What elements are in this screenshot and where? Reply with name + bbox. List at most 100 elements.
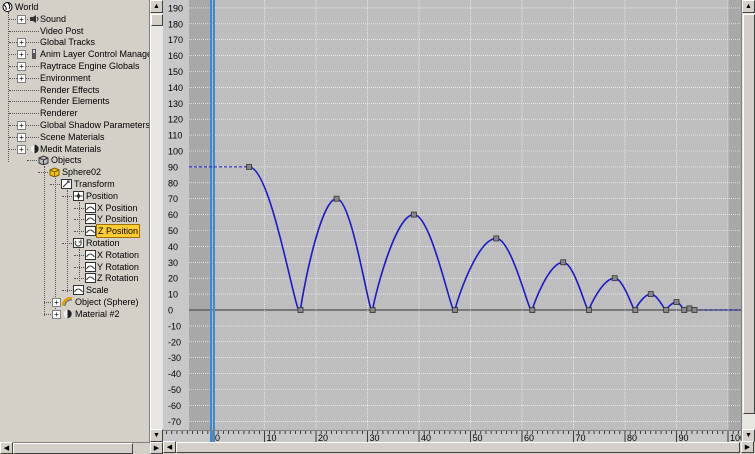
tree-item-world[interactable]: World [0, 1, 149, 13]
expand-plus-icon[interactable]: + [17, 62, 26, 71]
scroll-left-arrow-icon[interactable]: ◀ [0, 442, 13, 454]
keyframe-marker[interactable] [246, 163, 252, 170]
graph-scroll-up-arrow-icon[interactable]: ▲ [742, 0, 755, 13]
tree-connector-line [74, 231, 84, 232]
hierarchy-horizontal-scrollbar[interactable]: ◀ ▶ [0, 442, 163, 454]
y-tick-label: 70 [168, 194, 178, 204]
tree-item-raytrace-engine-globals[interactable]: + Raytrace Engine Globals [0, 60, 149, 72]
keyframe-marker[interactable] [632, 307, 639, 313]
cube-icon [38, 155, 49, 166]
expand-plus-icon[interactable]: + [52, 298, 61, 307]
keyframe-marker[interactable] [560, 259, 567, 266]
tree-item-label: Sphere02 [62, 167, 102, 177]
tree-item-material-2[interactable]: + Material #2 [0, 308, 149, 320]
keyframe-marker[interactable] [297, 307, 304, 313]
tree-item-label: Scale [86, 285, 109, 295]
curve-graph-svg[interactable]: 1901801701601501401301201101009080706050… [163, 0, 741, 430]
time-ruler[interactable]: 0102030405060708090100 [163, 430, 741, 443]
expand-plus-icon[interactable]: + [17, 121, 26, 130]
tree-item-label: Z Position [95, 224, 141, 238]
tree-item-label: Objects [51, 155, 82, 165]
keyframe-marker[interactable] [673, 299, 680, 305]
keyframe-marker[interactable] [452, 307, 458, 313]
graph-hscroll-thumb[interactable] [176, 442, 740, 453]
keyframe-marker[interactable] [333, 195, 340, 202]
graph-horizontal-scrollbar[interactable]: ◀ ▶ [163, 441, 755, 454]
track-view-hierarchy[interactable]: World + Sound Video Post + Global Tracks + Anim… [0, 0, 150, 442]
y-tick-label: 190 [168, 3, 183, 13]
y-tick-label: -60 [168, 401, 181, 411]
tree-item-global-tracks[interactable]: + Global Tracks [0, 36, 149, 48]
expand-plus-icon[interactable]: + [17, 38, 26, 47]
tree-connector-line [27, 160, 37, 161]
tree-item-scene-materials[interactable]: + Scene Materials [0, 131, 149, 143]
curve-icon [85, 214, 96, 224]
keyframe-marker[interactable] [686, 305, 693, 312]
tree-item-y-position[interactable]: Y Position [0, 213, 149, 225]
keyframe-marker[interactable] [369, 307, 376, 313]
tree-item-label: World [15, 2, 39, 12]
y-tick-label: 150 [168, 67, 183, 77]
tree-item-label: Scene Materials [40, 132, 105, 142]
expand-plus-icon[interactable]: + [52, 310, 61, 319]
y-tick-label: 80 [168, 178, 178, 188]
y-tick-label: 50 [168, 226, 178, 236]
hierarchy-scroll-thumb[interactable] [151, 14, 163, 26]
tree-item-z-rotation[interactable]: Z Rotation [0, 272, 149, 284]
tree-item-sphere02[interactable]: Sphere02 [0, 166, 149, 178]
keyframe-marker[interactable] [493, 235, 500, 242]
y-tick-label: 0 [168, 306, 173, 316]
tree-connector-line [9, 113, 39, 114]
tree-connector-line [50, 184, 60, 185]
keyframe-marker[interactable] [681, 307, 688, 313]
tree-item-renderer[interactable]: Renderer [0, 107, 149, 119]
scroll-down-arrow-icon[interactable]: ▼ [150, 429, 163, 442]
sphere-object-icon [61, 296, 73, 307]
keyframe-marker[interactable] [410, 211, 417, 218]
tree-item-object-sphere[interactable]: + Object (Sphere) [0, 296, 149, 308]
tree-item-label: Position [86, 191, 119, 201]
tree-item-global-shadow-parameters[interactable]: + Global Shadow Parameters [0, 119, 149, 131]
keyframe-marker[interactable] [691, 307, 698, 313]
keyframe-marker[interactable] [663, 307, 670, 313]
tree-item-environment[interactable]: + Environment [0, 72, 149, 84]
tree-connector-line [74, 278, 84, 279]
keyframe-marker[interactable] [647, 291, 654, 298]
keyframe-marker[interactable] [611, 275, 618, 282]
tree-item-z-position[interactable]: Z Position [0, 224, 149, 238]
graph-scroll-right-arrow-icon[interactable]: ▶ [741, 441, 754, 453]
expand-plus-icon[interactable]: + [17, 133, 26, 142]
graph-scroll-left-arrow-icon[interactable]: ◀ [163, 441, 176, 453]
expand-plus-icon[interactable]: + [17, 145, 26, 154]
keyframe-marker[interactable] [529, 307, 536, 313]
tree-item-rotation[interactable]: Rotation [0, 237, 149, 249]
tree-item-objects[interactable]: Objects [0, 154, 149, 166]
tree-item-label: Raytrace Engine Globals [40, 61, 140, 71]
graph-vertical-scrollbar[interactable]: ▲ ▼ [741, 0, 755, 442]
graph-vscroll-thumb[interactable] [743, 14, 755, 414]
hierarchy-hscroll-thumb[interactable] [13, 443, 133, 454]
tree-item-scale[interactable]: Scale [0, 284, 149, 296]
hierarchy-vertical-scrollbar[interactable]: ▲ ▼ [150, 0, 163, 442]
tree-item-transform[interactable]: Transform [0, 178, 149, 190]
curve-editor-graph[interactable]: 190 180 170 160 150 140 130 120 110 100 90 80 70 60 50… [163, 0, 741, 430]
scroll-right-arrow-icon[interactable]: ▶ [150, 442, 163, 454]
curve-icon [85, 262, 96, 272]
tree-item-sound[interactable]: + Sound [0, 13, 149, 25]
tree-connector-line [38, 172, 48, 173]
material-sphere-icon [62, 309, 73, 319]
expand-plus-icon[interactable]: + [17, 15, 26, 24]
tree-item-render-elements[interactable]: Render Elements [0, 95, 149, 107]
tree-item-label: Global Tracks [40, 37, 96, 47]
expand-plus-icon[interactable]: + [17, 74, 26, 83]
tree-connector-line [9, 90, 39, 91]
tree-connector-line [62, 290, 72, 291]
keyframe-marker[interactable] [586, 307, 592, 313]
expand-plus-icon[interactable]: + [17, 50, 26, 59]
scroll-up-arrow-icon[interactable]: ▲ [150, 0, 163, 13]
tree-item-position[interactable]: Position [0, 190, 149, 202]
tree-item-x-rotation[interactable]: X Rotation [0, 249, 149, 261]
curve-icon [73, 285, 84, 295]
tree-item-anim-layer-control-manager[interactable]: + Anim Layer Control Manager [0, 48, 149, 60]
tree-connector-line [9, 31, 39, 32]
